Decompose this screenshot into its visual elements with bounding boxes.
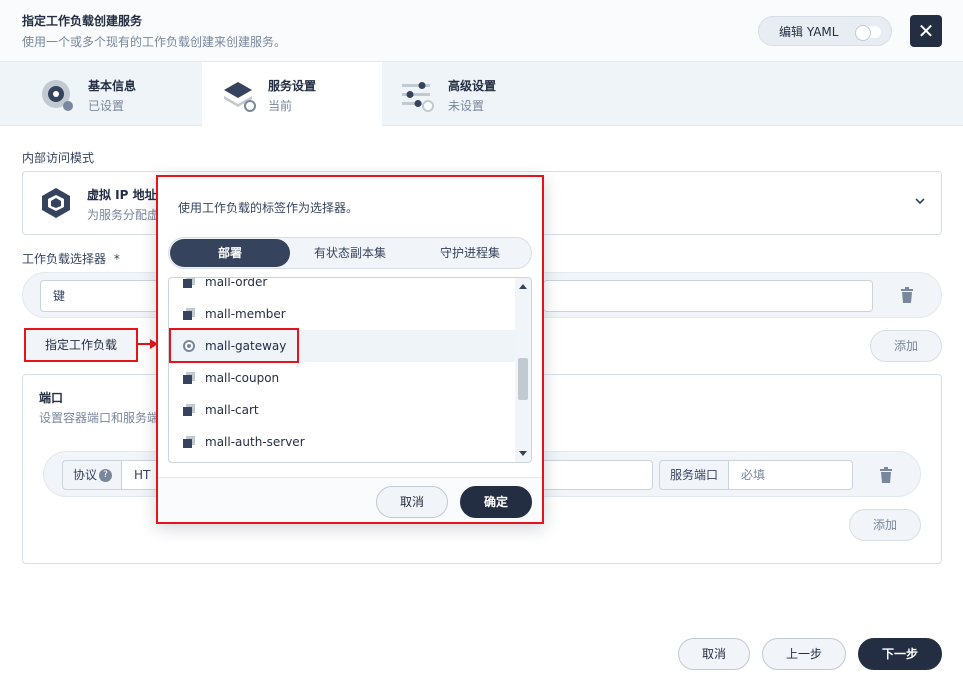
info-icon	[42, 80, 73, 111]
workload-type-tabs: 部署 有状态副本集 守护进程集	[168, 237, 532, 269]
protocol-label-text: 协议	[73, 468, 98, 482]
popup-footer: 取消 确定	[158, 477, 542, 522]
scroll-up-icon[interactable]	[519, 284, 527, 289]
access-mode-description: 为服务分配虚	[87, 208, 160, 222]
toggle-switch-icon	[855, 25, 881, 41]
assign-workload-button[interactable]: 指定工作负载	[24, 328, 138, 362]
dialog-subtitle: 使用一个或多个现有的工作负载创建来创建服务。	[22, 35, 287, 49]
tab-status: 未设置	[448, 99, 485, 113]
selector-key-input[interactable]: 键	[40, 280, 175, 312]
popup-confirm-button[interactable]: 确定	[460, 486, 532, 518]
required-mark: *	[113, 252, 120, 266]
cube-icon	[42, 188, 70, 218]
list-item[interactable]: mall-cart	[169, 394, 515, 426]
access-mode-label: 内部访问模式	[22, 151, 95, 165]
selector-add-button[interactable]: 添加	[870, 330, 942, 362]
trash-icon[interactable]	[900, 287, 914, 303]
close-button[interactable]: ✕	[910, 15, 942, 47]
workload-icon	[183, 436, 195, 448]
edit-yaml-label: 编辑 YAML	[779, 24, 839, 39]
tab-service-settings[interactable]: 服务设置 当前	[202, 62, 382, 127]
workload-icon	[183, 404, 195, 416]
trash-icon[interactable]	[879, 467, 893, 483]
dialog-title: 指定工作负载创建服务	[22, 14, 143, 28]
popup-cancel-button[interactable]: 取消	[376, 486, 448, 518]
cancel-button[interactable]: 取消	[678, 638, 750, 670]
tab-daemonset[interactable]: 守护进程集	[410, 239, 530, 267]
selector-label: 工作负载选择器 *	[22, 250, 120, 267]
tab-deployment[interactable]: 部署	[170, 239, 290, 267]
protocol-label: 协议?	[62, 460, 122, 490]
list-item[interactable]: mall-order	[169, 277, 515, 298]
port-add-button[interactable]: 添加	[849, 509, 921, 541]
step-tabs: 基本信息 已设置 服务设置 当前 高级设置 未设置	[0, 62, 963, 127]
dialog-footer: 取消 上一步 下一步	[0, 628, 963, 682]
list-scrollbar[interactable]	[515, 278, 531, 462]
layers-icon	[224, 82, 256, 112]
tab-status: 当前	[268, 99, 293, 113]
workload-icon	[183, 372, 195, 384]
list-item[interactable]: mall-member	[169, 298, 515, 330]
service-port-label: 服务端口	[659, 460, 729, 490]
edit-yaml-toggle[interactable]: 编辑 YAML	[758, 16, 892, 46]
list-item-label: mall-member	[205, 307, 286, 321]
ports-title: 端口	[39, 391, 64, 405]
annotation-highlight-box	[169, 328, 299, 363]
dialog-header: 指定工作负载创建服务 使用一个或多个现有的工作负载创建来创建服务。 编辑 YAM…	[0, 0, 963, 62]
popup-hint: 使用工作负载的标签作为选择器。	[178, 201, 359, 215]
next-button[interactable]: 下一步	[858, 638, 942, 670]
list-item[interactable]: mall-coupon	[169, 362, 515, 394]
access-mode-title: 虚拟 IP 地址	[87, 188, 157, 202]
chevron-down-icon	[915, 198, 925, 205]
selector-label-text: 工作负载选择器	[22, 252, 107, 266]
annotation-arrow-icon	[138, 339, 158, 349]
scroll-thumb[interactable]	[518, 358, 528, 400]
ports-description: 设置容器端口和服务端	[39, 411, 160, 425]
list-item-label: mall-auth-server	[205, 435, 305, 449]
workload-icon	[183, 308, 195, 320]
selector-value-input[interactable]	[543, 280, 873, 312]
workload-icon	[183, 278, 195, 288]
service-port-input[interactable]: 必填	[729, 460, 853, 490]
list-item[interactable]: mall-auth-server	[169, 426, 515, 458]
tab-title: 高级设置	[448, 79, 497, 93]
tab-title: 服务设置	[268, 79, 317, 93]
list-item-label: mall-cart	[205, 403, 259, 417]
help-icon[interactable]: ?	[99, 469, 113, 482]
tab-status: 已设置	[88, 99, 125, 113]
close-icon: ✕	[917, 19, 935, 43]
previous-button[interactable]: 上一步	[762, 638, 846, 670]
list-item-label: mall-order	[205, 277, 268, 289]
list-item-label: mall-coupon	[205, 371, 280, 385]
tab-basic-info[interactable]: 基本信息 已设置	[0, 62, 180, 126]
tab-title: 基本信息	[88, 79, 137, 93]
tab-statefulset[interactable]: 有状态副本集	[290, 239, 410, 267]
scroll-down-icon[interactable]	[519, 451, 527, 456]
tab-advanced-settings[interactable]: 高级设置 未设置	[382, 62, 562, 126]
workload-list: mall-order mall-member mall-gateway mall…	[168, 277, 532, 463]
sliders-icon	[402, 82, 434, 112]
